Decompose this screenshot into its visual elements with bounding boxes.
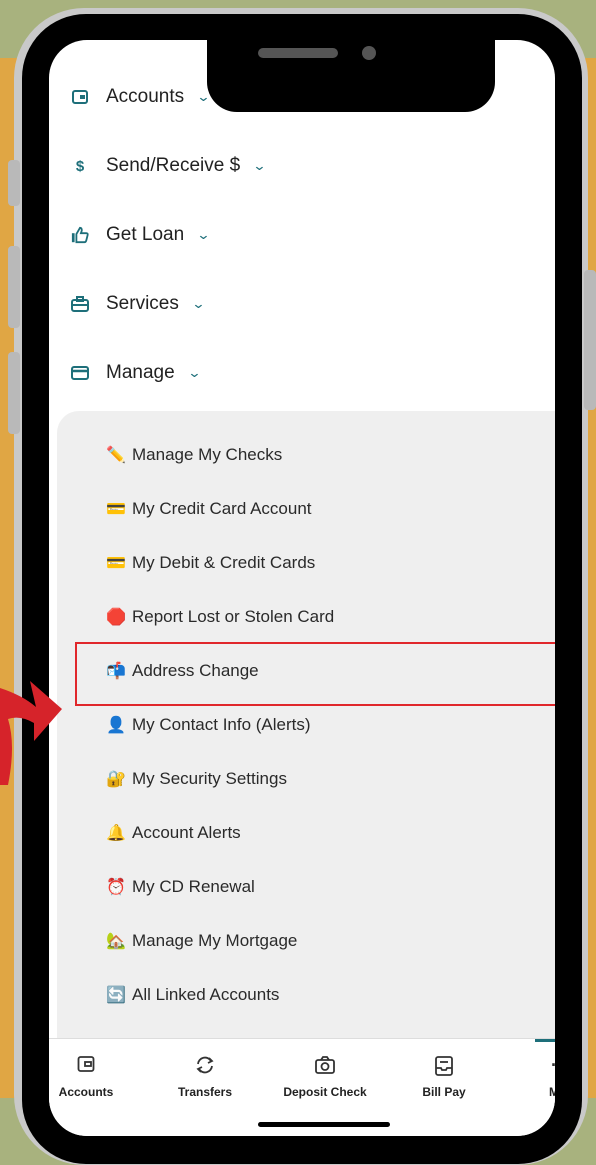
mute-switch: [8, 160, 20, 206]
menu-item-my-contact-info[interactable]: 👤 My Contact Info (Alerts): [106, 712, 311, 738]
stop-sign-icon: 🛑: [106, 609, 126, 626]
transfer-icon: [155, 1055, 255, 1077]
menu-item-my-debit-credit-cards[interactable]: 💳 My Debit & Credit Cards: [106, 550, 315, 576]
menu-item-my-cd-renewal[interactable]: ⏰ My CD Renewal: [106, 874, 255, 900]
chevron-down-icon: ⌄: [252, 158, 267, 173]
menu-item-account-alerts[interactable]: 🔔 Account Alerts: [106, 820, 241, 846]
more-icon: ·: [499, 1055, 555, 1077]
tab-deposit-check-label: Deposit Check: [283, 1085, 367, 1099]
volume-down-button: [8, 352, 20, 434]
credit-card-icon: 💳: [106, 555, 126, 572]
alarm-clock-icon: ⏰: [106, 879, 126, 896]
refresh-icon: 🔄: [106, 987, 126, 1004]
active-tab-indicator: [535, 1039, 555, 1042]
bill-icon: [394, 1055, 494, 1077]
tab-transfers[interactable]: Transfers: [155, 1055, 255, 1099]
tab-more-label: M: [549, 1085, 555, 1099]
tab-bill-pay[interactable]: Bill Pay: [394, 1055, 494, 1099]
thumbs-up-icon: [71, 226, 89, 244]
volume-up-button: [8, 246, 20, 328]
menu-item-label: Account Alerts: [132, 823, 241, 842]
menu-item-my-security-settings[interactable]: 🔐 My Security Settings: [106, 766, 287, 792]
dollar-icon: $: [75, 157, 85, 175]
nav-services[interactable]: Services ⌄: [71, 289, 206, 319]
lock-key-icon: 🔐: [106, 771, 126, 788]
tab-transfers-label: Transfers: [177, 1085, 233, 1099]
menu-item-label: My Debit & Credit Cards: [132, 553, 316, 572]
menu-item-all-linked-accounts[interactable]: 🔄 All Linked Accounts: [106, 982, 279, 1008]
nav-services-label: Services: [106, 293, 179, 314]
person-icon: 👤: [106, 717, 126, 734]
credit-card-icon: 💳: [106, 501, 126, 518]
chevron-down-icon: ⌄: [187, 365, 202, 380]
house-icon: 🏡: [106, 933, 126, 950]
nav-get-loan[interactable]: Get Loan ⌄: [71, 220, 211, 250]
chevron-down-icon: ⌄: [191, 296, 206, 311]
phone-notch: [207, 40, 495, 112]
red-arrow-pointer: [0, 681, 62, 785]
camera-icon: [275, 1055, 375, 1077]
menu-item-label: Manage My Checks: [132, 445, 283, 464]
nav-accounts-label: Accounts: [106, 86, 185, 107]
menu-item-manage-my-mortgage[interactable]: 🏡 Manage My Mortgage: [106, 928, 297, 954]
nav-send-receive-label: Send/Receive $: [106, 155, 241, 176]
tab-bill-pay-label: Bill Pay: [422, 1085, 466, 1099]
nav-get-loan-label: Get Loan: [106, 224, 185, 245]
menu-item-label: My CD Renewal: [132, 877, 255, 896]
tab-deposit-check[interactable]: Deposit Check: [275, 1055, 375, 1099]
front-camera: [362, 46, 376, 60]
address-change-highlight-box: [75, 642, 555, 706]
power-button: [584, 270, 596, 410]
menu-item-label: My Contact Info (Alerts): [132, 715, 311, 734]
tab-more[interactable]: · M: [499, 1055, 555, 1099]
pencil-icon: ✏️: [106, 447, 126, 464]
nav-manage-label: Manage: [106, 362, 175, 383]
menu-item-my-credit-card-account[interactable]: 💳 My Credit Card Account: [106, 496, 312, 522]
bell-icon: 🔔: [106, 825, 126, 842]
app-screen: Accounts ⌄ $ Send/Receive $ ⌄ Get Loan ⌄…: [49, 40, 555, 1136]
menu-item-report-lost-stolen-card[interactable]: 🛑 Report Lost or Stolen Card: [106, 604, 334, 630]
menu-item-label: My Security Settings: [132, 769, 287, 788]
card-icon: [71, 364, 89, 382]
home-indicator: [258, 1122, 390, 1127]
nav-accounts[interactable]: Accounts ⌄: [71, 82, 211, 112]
tab-accounts[interactable]: Accounts: [49, 1055, 136, 1099]
chevron-down-icon: ⌄: [196, 227, 211, 242]
wallet-icon: [49, 1055, 136, 1077]
menu-item-label: Manage My Mortgage: [132, 931, 298, 950]
nav-manage[interactable]: Manage ⌄: [71, 358, 202, 388]
briefcase-icon: [71, 295, 89, 313]
menu-item-label: My Credit Card Account: [132, 499, 312, 518]
nav-send-receive[interactable]: $ Send/Receive $ ⌄: [71, 151, 267, 181]
wallet-icon: [71, 88, 89, 106]
menu-item-label: All Linked Accounts: [132, 985, 280, 1004]
menu-item-manage-my-checks[interactable]: ✏️ Manage My Checks: [106, 442, 282, 468]
menu-item-label: Report Lost or Stolen Card: [132, 607, 335, 626]
speaker-grille: [258, 48, 338, 58]
tab-accounts-label: Accounts: [58, 1085, 114, 1099]
